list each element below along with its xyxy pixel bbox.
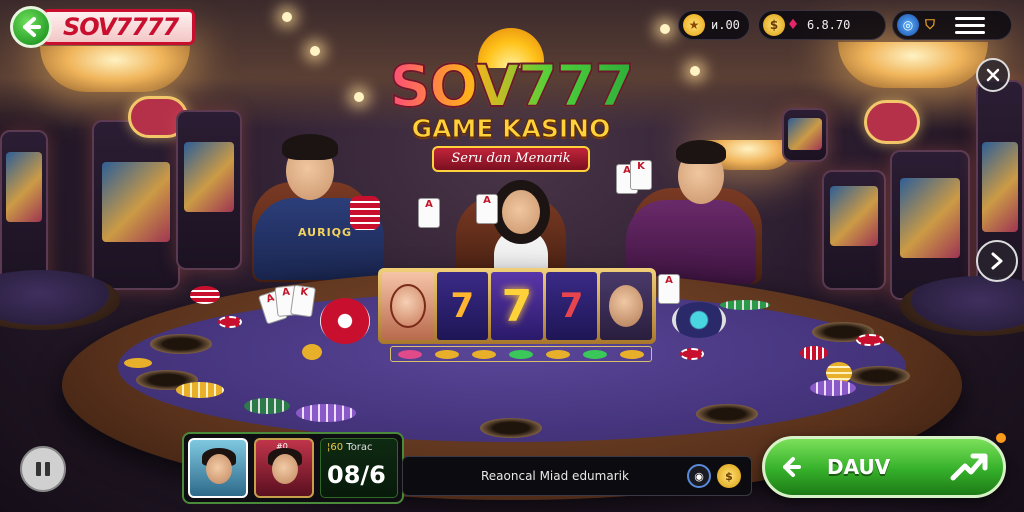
stars-value: и.00	[711, 18, 740, 32]
message-text: Reaoncal Miad edumarik	[481, 469, 629, 483]
chip	[680, 348, 704, 360]
back-button[interactable]	[10, 6, 52, 48]
chip-stack	[810, 380, 856, 396]
bet-chip[interactable]	[508, 349, 533, 359]
avatar[interactable]: #0	[254, 438, 314, 498]
reel-3: 7	[491, 272, 543, 340]
ceiling-light	[282, 12, 292, 22]
chip-stack	[720, 300, 770, 310]
chip-stack	[800, 346, 828, 360]
pause-icon	[36, 462, 50, 476]
logo-title: SOV777	[376, 51, 646, 121]
bet-chip[interactable]	[620, 349, 645, 359]
arrow-left-icon	[23, 17, 41, 37]
message-bar: Reaoncal Miad edumarik ◉ $	[402, 456, 752, 496]
avatar[interactable]	[188, 438, 248, 498]
bet-row[interactable]	[390, 346, 652, 362]
bet-chip[interactable]	[434, 349, 459, 359]
play-button[interactable]: DAUV	[762, 436, 1006, 498]
chip	[856, 334, 884, 346]
playing-card: A	[476, 194, 498, 224]
bet-chip[interactable]	[583, 349, 608, 359]
slot-machine	[782, 108, 828, 162]
notification-dot	[996, 433, 1006, 443]
playing-card: A	[418, 198, 440, 228]
menu-icon	[955, 16, 985, 20]
chip-stack	[672, 302, 726, 338]
chip-stack	[190, 286, 220, 304]
globe-icon[interactable]: ◉	[687, 464, 711, 488]
playing-card: K	[290, 284, 316, 318]
brand-name: SOV7777	[63, 13, 179, 41]
chandelier	[40, 46, 190, 92]
chip-stack	[320, 298, 370, 344]
slot-sign	[864, 100, 920, 144]
chip	[302, 344, 322, 360]
settings-bar: ◎ ⛉	[892, 10, 1012, 40]
reel-4: 7	[545, 272, 598, 340]
logo-tagline: Seru dan Menarik	[432, 146, 590, 172]
slot-machine	[822, 170, 886, 290]
bet-chip[interactable]	[546, 349, 571, 359]
score-label: ¦60 Torac	[327, 442, 373, 453]
playing-card: A	[658, 274, 680, 304]
ceiling-light	[310, 46, 320, 56]
reel-5	[600, 272, 652, 340]
score-value: 08/6	[327, 461, 386, 489]
coins-value: 6.8.70	[807, 18, 851, 32]
player-center	[466, 176, 576, 272]
chevron-right-icon	[991, 252, 1003, 270]
trend-up-icon	[950, 453, 988, 481]
next-button[interactable]	[976, 240, 1018, 282]
chip-hole	[696, 404, 758, 424]
shield-icon[interactable]: ⛉	[919, 14, 941, 36]
rewind-icon	[783, 457, 801, 477]
play-label: DAUV	[827, 455, 891, 479]
coin-icon[interactable]: $	[717, 464, 741, 488]
chandelier	[838, 42, 988, 88]
slot-machine	[92, 120, 180, 290]
chip-hole	[848, 366, 910, 386]
chip-stack	[176, 382, 224, 398]
score-box: ¦60 Torac 08/6	[320, 438, 398, 498]
chip-hole	[150, 334, 212, 354]
bet-chip[interactable]	[397, 349, 422, 359]
game-logo: SOV777 GAME KASINO Seru dan Menarik	[376, 28, 646, 178]
ceiling-light	[354, 92, 364, 102]
logo-subtitle: GAME KASINO	[411, 114, 611, 144]
bet-chip[interactable]	[471, 349, 496, 359]
player-panel: #0 ¦60 Torac 08/6	[182, 432, 404, 504]
coin-icon: $	[763, 14, 785, 36]
close-icon	[986, 68, 1000, 82]
reel-2: 7	[436, 272, 489, 340]
slot-machine	[176, 110, 242, 270]
close-button[interactable]	[976, 58, 1010, 92]
player-shirt-text: AURIQG	[298, 226, 353, 239]
slot-reels[interactable]: 7 7 7	[378, 268, 656, 344]
chip-stack	[218, 316, 242, 328]
brand-header: SOV7777	[10, 6, 196, 48]
chip-stack	[296, 404, 356, 422]
chip-stack	[350, 196, 380, 230]
slot-machine	[0, 130, 48, 290]
chip-stack	[244, 398, 290, 414]
ceiling-light	[690, 66, 700, 76]
ceiling-light	[660, 24, 670, 34]
star-icon: ★	[683, 14, 705, 36]
brand-plate: SOV7777	[42, 9, 196, 45]
gem-icon: ♦	[786, 17, 800, 33]
chip	[124, 358, 152, 368]
menu-button[interactable]	[941, 16, 999, 34]
coins-balance[interactable]: $ ♦ 6.8.70	[758, 10, 886, 40]
pause-button[interactable]	[20, 446, 66, 492]
chip-hole	[480, 418, 542, 438]
globe-icon[interactable]: ◎	[897, 14, 919, 36]
reel-1	[382, 272, 434, 340]
stars-balance[interactable]: ★ и.00	[678, 10, 750, 40]
